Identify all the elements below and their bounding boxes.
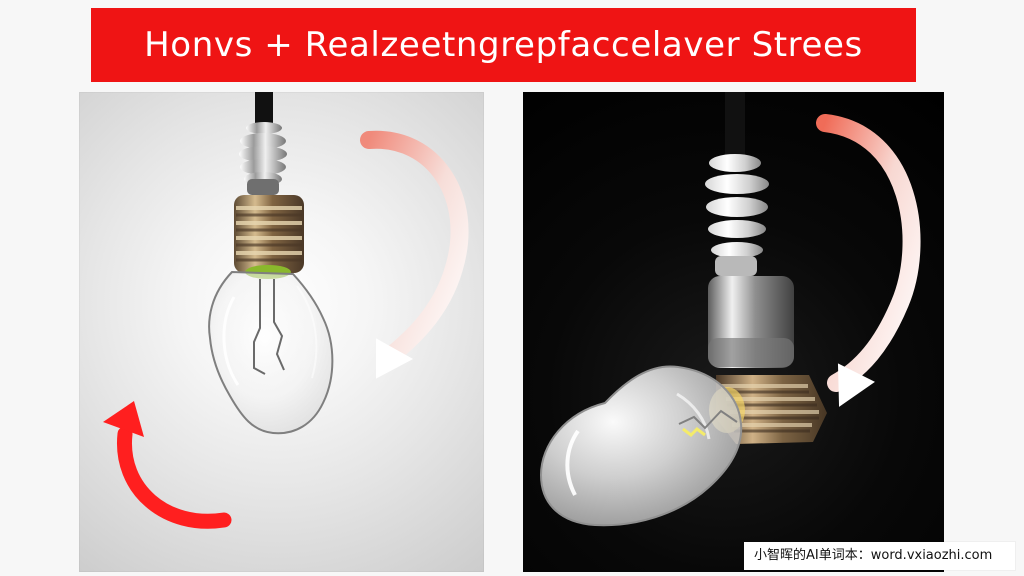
left-main-arrow-icon — [360, 130, 469, 367]
left-bulb-illustration — [103, 92, 469, 529]
right-bulb-illustration — [539, 92, 921, 527]
watermark-text: 小智晖的AI单词本：word.vxiaozhi.com — [754, 548, 993, 563]
right-main-arrow-icon — [816, 114, 921, 392]
left-spiral-connector — [239, 122, 287, 195]
right-bulb — [539, 92, 827, 527]
watermark-box: 小智晖的AI单词本：word.vxiaozhi.com — [744, 542, 1015, 570]
right-glass-bulb — [539, 365, 743, 527]
right-image-panel — [523, 92, 944, 572]
right-socket — [708, 276, 794, 368]
left-glass-bulb — [208, 270, 334, 435]
left-small-arrow-icon — [117, 426, 232, 529]
right-cord — [725, 92, 745, 158]
right-spiral-connector — [705, 154, 769, 276]
left-image-panel — [79, 92, 484, 572]
title-banner: Honvs + Realzeetngrepfaccelaver Strees — [91, 8, 916, 82]
left-brass-base — [234, 195, 304, 279]
right-arrow — [816, 114, 921, 407]
banner-title: Honvs + Realzeetngrepfaccelaver Strees — [144, 25, 863, 65]
left-bulb — [208, 92, 334, 435]
